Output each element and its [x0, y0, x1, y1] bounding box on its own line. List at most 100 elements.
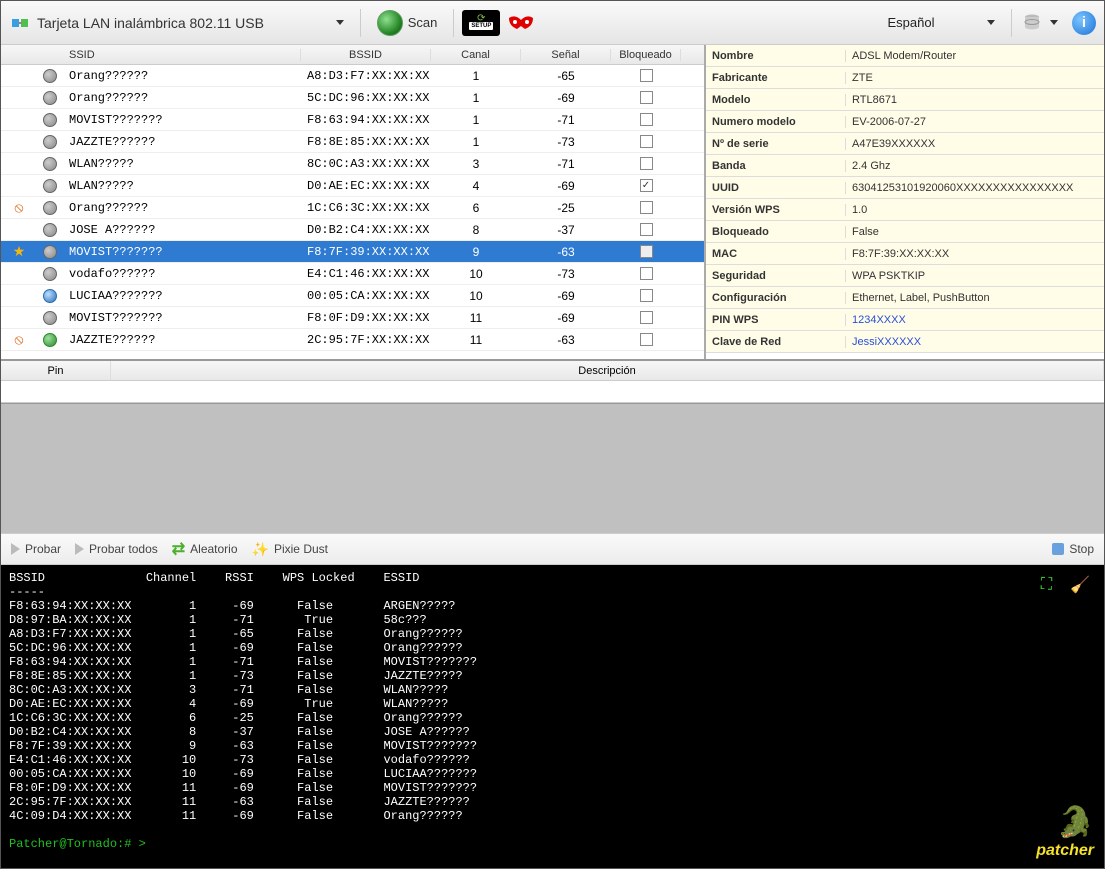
info-icon[interactable]: i — [1072, 11, 1096, 35]
language-dropdown[interactable]: Español — [841, 15, 981, 30]
property-key: Seguridad — [706, 270, 846, 282]
property-value: False — [846, 226, 1104, 238]
locked-cell[interactable] — [611, 223, 681, 236]
locked-cell[interactable] — [611, 201, 681, 214]
property-value[interactable]: JessiXXXXXX — [846, 336, 1104, 348]
signal-cell: -73 — [521, 135, 611, 149]
property-key: Numero modelo — [706, 116, 846, 128]
locked-cell[interactable] — [611, 135, 681, 148]
scan-button[interactable]: Scan — [369, 6, 446, 40]
signal-icon — [37, 135, 63, 149]
action-bar: Probar Probar todos ⇄Aleatorio ✨Pixie Du… — [1, 533, 1104, 565]
channel-cell: 1 — [431, 113, 521, 127]
table-row[interactable]: Orang??????A8:D3:F7:XX:XX:XX1-65 — [1, 65, 704, 87]
table-row[interactable]: JOSE A??????D0:B2:C4:XX:XX:XX8-37 — [1, 219, 704, 241]
pixie-dust-button[interactable]: ✨Pixie Dust — [252, 541, 328, 558]
signal-cell: -37 — [521, 223, 611, 237]
locked-cell[interactable] — [611, 91, 681, 104]
header-signal[interactable]: Señal — [521, 49, 611, 61]
signal-cell: -71 — [521, 157, 611, 171]
property-row: Nº de serieA47E39XXXXXX — [706, 133, 1104, 155]
locked-cell[interactable] — [611, 333, 681, 346]
ssid-cell: Orang?????? — [63, 201, 301, 215]
chevron-down-icon[interactable] — [987, 20, 995, 25]
ssid-cell: WLAN????? — [63, 157, 301, 171]
header-pin[interactable]: Pin — [1, 361, 111, 380]
property-row: MACF8:7F:39:XX:XX:XX — [706, 243, 1104, 265]
locked-cell[interactable] — [611, 311, 681, 324]
property-value: EV-2006-07-27 — [846, 116, 1104, 128]
database-icon[interactable] — [1020, 11, 1044, 35]
locked-cell[interactable] — [611, 69, 681, 82]
locked-cell[interactable] — [611, 267, 681, 280]
chevron-down-icon[interactable] — [336, 20, 344, 25]
expand-icon[interactable]: ⛶ — [1041, 576, 1052, 594]
stop-button[interactable]: Stop — [1052, 542, 1094, 556]
header-bssid[interactable]: BSSID — [301, 49, 431, 61]
locked-cell[interactable] — [611, 113, 681, 126]
signal-cell: -69 — [521, 179, 611, 193]
ssid-cell: vodafo?????? — [63, 267, 301, 281]
header-locked[interactable]: Bloqueado — [611, 49, 681, 61]
property-key: Nº de serie — [706, 138, 846, 150]
table-row[interactable]: JAZZTE??????F8:8E:85:XX:XX:XX1-73 — [1, 131, 704, 153]
locked-cell[interactable] — [611, 245, 681, 258]
property-row: Clave de RedJessiXXXXXX — [706, 331, 1104, 353]
table-row[interactable]: WLAN?????D0:AE:EC:XX:XX:XX4-69✓ — [1, 175, 704, 197]
header-ssid[interactable]: SSID — [63, 49, 301, 61]
header-desc[interactable]: Descripción — [111, 361, 1104, 380]
table-row[interactable]: vodafo??????E4:C1:46:XX:XX:XX10-73 — [1, 263, 704, 285]
mask-icon[interactable] — [506, 10, 536, 36]
ssid-cell: LUCIAA??????? — [63, 289, 301, 303]
property-key: Clave de Red — [706, 336, 846, 348]
property-value[interactable]: 1234XXXX — [846, 314, 1104, 326]
main-toolbar: Tarjeta LAN inalámbrica 802.11 USB Scan … — [1, 1, 1104, 45]
properties-pane[interactable]: NombreADSL Modem/RouterFabricanteZTEMode… — [706, 45, 1104, 359]
channel-cell: 1 — [431, 91, 521, 105]
property-row: NombreADSL Modem/Router — [706, 45, 1104, 67]
status-icon: ★ — [1, 243, 37, 260]
bssid-cell: F8:7F:39:XX:XX:XX — [301, 245, 431, 259]
aleatorio-button[interactable]: ⇄Aleatorio — [172, 539, 238, 559]
signal-icon — [37, 333, 63, 347]
signal-icon — [37, 157, 63, 171]
channel-cell: 3 — [431, 157, 521, 171]
wps-setup-icon[interactable]: ⟳SETUP — [462, 10, 500, 36]
property-row: FabricanteZTE — [706, 67, 1104, 89]
property-key: MAC — [706, 248, 846, 260]
locked-cell[interactable] — [611, 157, 681, 170]
table-row[interactable]: LUCIAA???????00:05:CA:XX:XX:XX10-69 — [1, 285, 704, 307]
signal-icon — [37, 267, 63, 281]
property-value: A47E39XXXXXX — [846, 138, 1104, 150]
grid-body[interactable]: Orang??????A8:D3:F7:XX:XX:XX1-65Orang???… — [1, 65, 704, 359]
probar-todos-button[interactable]: Probar todos — [75, 542, 158, 556]
probar-button[interactable]: Probar — [11, 542, 61, 556]
table-row[interactable]: MOVIST???????F8:0F:D9:XX:XX:XX11-69 — [1, 307, 704, 329]
table-row[interactable]: Orang??????5C:DC:96:XX:XX:XX1-69 — [1, 87, 704, 109]
locked-cell[interactable] — [611, 289, 681, 302]
locked-cell[interactable]: ✓ — [611, 179, 681, 192]
bssid-cell: A8:D3:F7:XX:XX:XX — [301, 69, 431, 83]
clear-icon[interactable]: 🧹 — [1070, 575, 1090, 595]
pin-grid-body[interactable] — [1, 381, 1104, 403]
bssid-cell: 2C:95:7F:XX:XX:XX — [301, 333, 431, 347]
table-row[interactable]: ⦸Orang??????1C:C6:3C:XX:XX:XX6-25 — [1, 197, 704, 219]
table-row[interactable]: ★MOVIST???????F8:7F:39:XX:XX:XX9-63 — [1, 241, 704, 263]
signal-icon — [37, 311, 63, 325]
bssid-cell: D0:B2:C4:XX:XX:XX — [301, 223, 431, 237]
table-row[interactable]: MOVIST???????F8:63:94:XX:XX:XX1-71 — [1, 109, 704, 131]
bssid-cell: 8C:0C:A3:XX:XX:XX — [301, 157, 431, 171]
table-row[interactable]: ⦸JAZZTE??????2C:95:7F:XX:XX:XX11-63 — [1, 329, 704, 351]
adapter-dropdown[interactable]: Tarjeta LAN inalámbrica 802.11 USB — [37, 15, 330, 31]
signal-icon — [37, 201, 63, 215]
terminal-output[interactable]: BSSID Channel RSSI WPS Locked ESSID ----… — [1, 565, 1104, 868]
ssid-cell: JAZZTE?????? — [63, 135, 301, 149]
signal-cell: -69 — [521, 289, 611, 303]
header-channel[interactable]: Canal — [431, 49, 521, 61]
bssid-cell: D0:AE:EC:XX:XX:XX — [301, 179, 431, 193]
chevron-down-icon[interactable] — [1050, 20, 1058, 25]
table-row[interactable]: WLAN?????8C:0C:A3:XX:XX:XX3-71 — [1, 153, 704, 175]
property-value: 2.4 Ghz — [846, 160, 1104, 172]
channel-cell: 9 — [431, 245, 521, 259]
property-value: ZTE — [846, 72, 1104, 84]
